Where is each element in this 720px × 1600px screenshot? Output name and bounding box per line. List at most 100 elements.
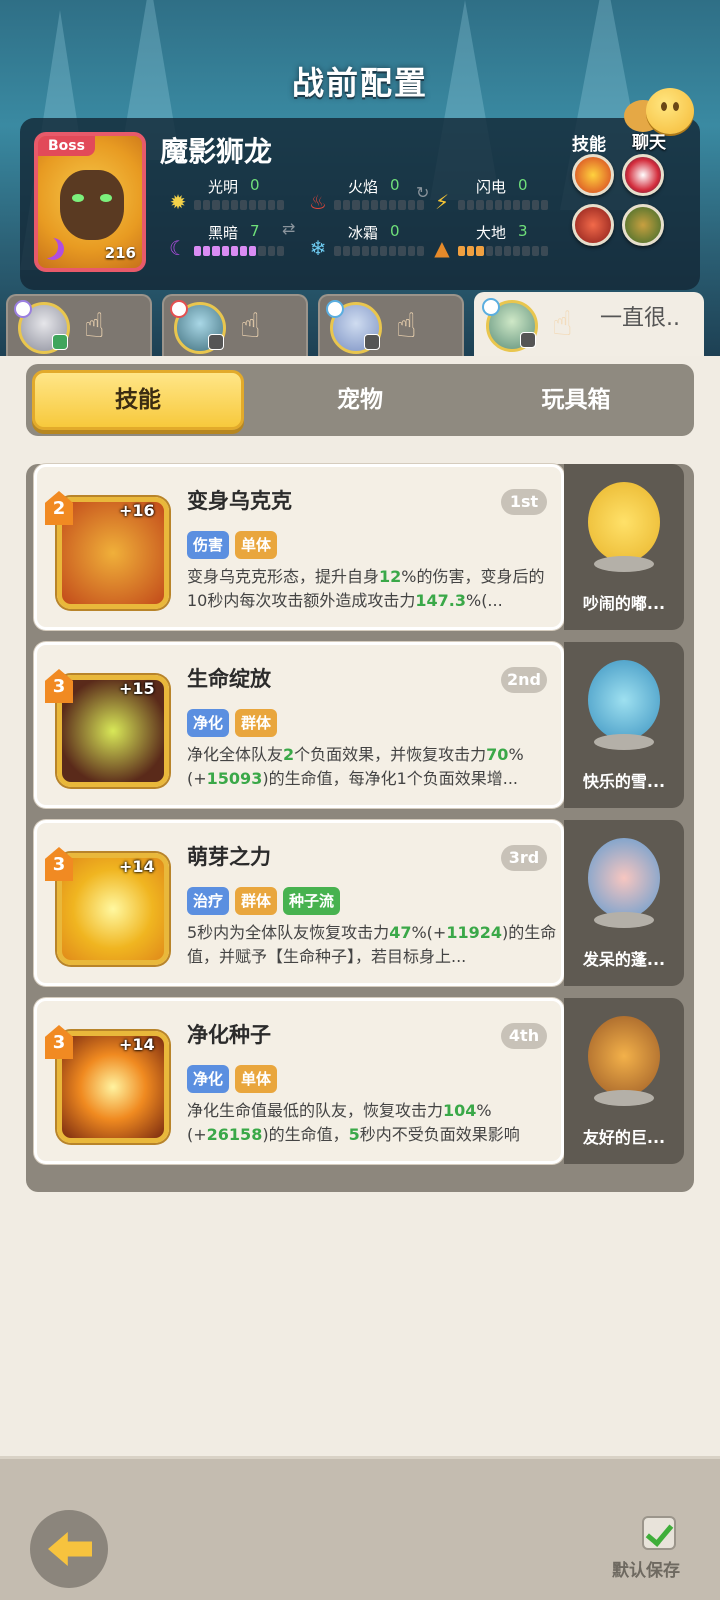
desc-text: %(... [465, 591, 503, 610]
desc-highlight: 147.3 [415, 591, 466, 610]
stat-bar-segment [230, 246, 239, 256]
stat-value: 7 [250, 222, 260, 240]
tag: 净化 [187, 709, 230, 737]
stat-bar-segment [540, 246, 549, 256]
pet-name: 吵闹的嘟... [582, 594, 666, 613]
pet-base [594, 912, 654, 928]
card-plus: +14 [119, 857, 155, 876]
pet-name: 友好的巨... [582, 1128, 666, 1147]
tag: 群体 [235, 887, 278, 915]
card-plus: +16 [119, 501, 155, 520]
desc-highlight: 15093 [206, 769, 263, 788]
moon-icon: ☾ [169, 236, 187, 260]
desc-text: 5秒内为全体队友恢复攻击力 [187, 923, 390, 942]
desc-highlight: 11924 [446, 923, 502, 942]
stat-bar-segment [513, 246, 521, 256]
default-save-checkbox[interactable] [642, 1516, 676, 1550]
pet-base [594, 556, 654, 572]
stat-frost: ❄ 冰霜 0 [306, 222, 446, 262]
stat-bar-segment [221, 200, 229, 210]
desc-text: 秒内不受负面效果影响 [359, 1125, 520, 1144]
skill-card-4[interactable]: 3 +14 净化种子 4th 净化 单体 净化生命值最低的队友，恢复攻击力104… [34, 998, 564, 1164]
fire-claw-skill-icon[interactable] [572, 154, 614, 196]
stat-bar-segment [485, 246, 493, 256]
stat-bar-segment [458, 246, 466, 256]
hero-tab-label: 一直很.. [600, 306, 680, 331]
stat-bar-segment [267, 200, 275, 210]
card-description: 5秒内为全体队友恢复攻击力47%(+11924)的生命值，并赋予【生命种子】，若… [187, 921, 559, 983]
default-save-label: 默认保存 [612, 1561, 680, 1581]
stat-bar-segment [212, 246, 220, 256]
stat-bar-segment [361, 246, 369, 256]
desc-text: )的生命值，每净化1个负面效果增... [262, 769, 519, 788]
hero-tab-3[interactable]: ☝ [318, 294, 464, 356]
stat-bar-segment [504, 200, 512, 210]
stat-bar-segment [221, 246, 229, 256]
pet-name: 快乐的雪... [582, 772, 666, 791]
tab-pets[interactable]: 宠物 [254, 370, 466, 430]
hero-tab-2[interactable]: ☝ [162, 294, 308, 356]
dark-bite-skill-icon[interactable] [622, 154, 664, 196]
back-button[interactable] [30, 1510, 108, 1588]
snow-pet-icon [588, 660, 660, 740]
claw-slash-skill-icon[interactable] [572, 204, 614, 246]
stat-value: 3 [518, 222, 528, 240]
hero-tab-4[interactable]: ☝ 一直很.. [474, 292, 704, 358]
stat-bar-segment [240, 246, 248, 256]
stat-bar-segment [494, 200, 503, 210]
desc-highlight: 12 [379, 567, 402, 586]
stat-bar-segment [407, 200, 415, 210]
stat-bar [334, 246, 425, 256]
stat-bar-segment [467, 200, 475, 210]
card-rank: 1st [501, 489, 547, 515]
desc-text: 净化全体队友 [187, 745, 284, 764]
skill-list: 2 +16 变身乌克克 1st 伤害 单体 变身乌克克形态，提升自身12%的伤害… [26, 464, 694, 1192]
pet-card-2[interactable]: 快乐的雪... [564, 642, 684, 808]
pet-card-1[interactable]: 吵闹的嘟... [564, 464, 684, 630]
desc-text: 变身乌克克形态，提升自身 [187, 567, 380, 586]
boss-tag: Boss [38, 136, 95, 156]
pet-card-4[interactable]: 友好的巨... [564, 998, 684, 1164]
snowflake-icon: ❄ [309, 236, 327, 260]
tab-toybox[interactable]: 玩具箱 [470, 370, 682, 430]
skill-card-2[interactable]: 3 +15 生命绽放 2nd 净化 群体 净化全体队友2个负面效果，并恢复攻击力… [34, 642, 564, 808]
boss-skills-label: 技能 [572, 135, 606, 155]
hero-tab-1[interactable]: ☝ [6, 294, 152, 356]
stat-bar [334, 200, 425, 210]
lion-roar-skill-icon[interactable] [622, 204, 664, 246]
arrow-icon: ↻ [416, 183, 430, 202]
stat-bar-segment [240, 200, 248, 210]
hero-badge [364, 334, 380, 350]
stat-bar-segment [352, 246, 360, 256]
boss-panel: Boss 216 魔影狮龙 ✹ 光明 0 ♨ 火焰 0 ⚡ 闪电 0 ☾ 黑暗 … [20, 118, 700, 290]
lion-face-icon [60, 170, 124, 240]
pet-base [594, 734, 654, 750]
chat-button[interactable]: 聊天 [620, 88, 696, 153]
stat-bar-segment [522, 246, 530, 256]
stat-value: 0 [390, 222, 400, 240]
stat-lightning: ⚡ 闪电 0 [430, 176, 570, 216]
stat-value: 0 [250, 176, 260, 194]
boss-portrait[interactable]: Boss 216 [34, 132, 146, 272]
config-tabbar: 技能 宠物 玩具箱 [26, 364, 694, 436]
stat-earth: ▲ 大地 3 [430, 222, 570, 262]
tag: 治疗 [187, 887, 230, 915]
stat-bar-segment [504, 246, 512, 256]
card-description: 变身乌克克形态，提升自身12%的伤害，变身后的10秒内每次攻击额外造成攻击力14… [187, 565, 559, 627]
stat-bar-segment [389, 246, 397, 256]
stat-bar-segment [416, 246, 425, 256]
tab-skills[interactable]: 技能 [32, 370, 244, 430]
stat-bar-segment [398, 200, 406, 210]
skill-card-3[interactable]: 3 +14 萌芽之力 3rd 治疗 群体 种子流 5秒内为全体队友恢复攻击力47… [34, 820, 564, 986]
bird-pet-icon [588, 482, 660, 562]
pet-card-3[interactable]: 发呆的蓬... [564, 820, 684, 986]
stat-label: 火焰 [348, 178, 379, 196]
stat-bar [194, 200, 285, 210]
desc-text: 净化生命值最低的队友，恢复攻击力 [187, 1101, 444, 1120]
stat-bar-segment [513, 200, 521, 210]
stat-label: 闪电 [476, 178, 507, 196]
stat-bar-segment [276, 200, 285, 210]
card-rank: 3rd [501, 845, 547, 871]
stat-bar-segment [398, 246, 406, 256]
skill-card-1[interactable]: 2 +16 变身乌克克 1st 伤害 单体 变身乌克克形态，提升自身12%的伤害… [34, 464, 564, 630]
